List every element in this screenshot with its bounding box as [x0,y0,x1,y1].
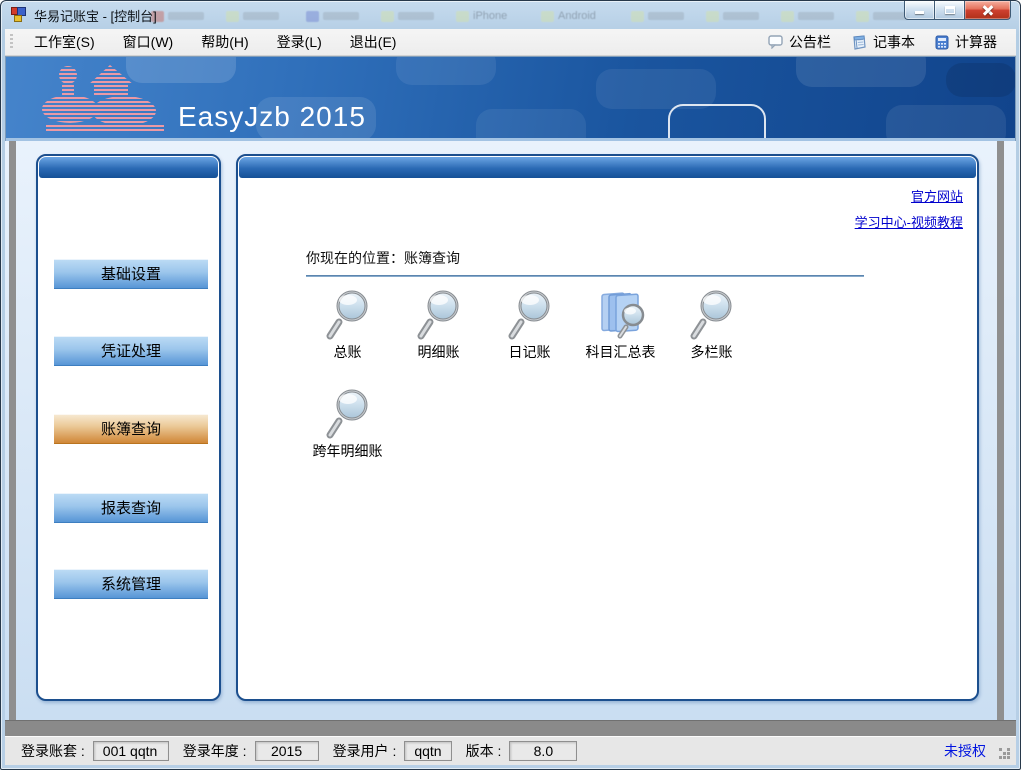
calculator-icon [935,35,949,50]
magnifier-icon [416,289,462,341]
right-edge-strip [997,141,1004,720]
titlebar[interactable]: 华易记账宝 - [控制台] iPhone Android [1,1,1020,29]
app-window: 华易记账宝 - [控制台] iPhone Android 工作室(S) 窗口(W… [0,0,1021,770]
brand-logo-art [32,61,180,139]
bottom-gray-bar [5,720,1016,736]
menu-item-login[interactable]: 登录(L) [263,28,336,56]
status-label: 版本 : [466,741,502,761]
status-label: 登录用户 : [333,741,397,761]
location-breadcrumb: 你现在的位置：账簿查询 [306,248,864,277]
sidebar-item-basic-settings[interactable]: 基础设置 [54,259,208,289]
link-learning-center[interactable]: 学习中心-视频教程 [855,212,963,231]
announcement-bubble-icon [768,35,783,49]
location-label: 你现在的位置：账簿查询 [306,248,864,268]
window-title: 华易记账宝 - [控制台] [34,6,157,25]
tool-calculator[interactable]: 计算器 [926,29,1006,55]
launch-item-label: 跨年明细账 [313,441,383,461]
launch-item-cross-year-detail[interactable]: 跨年明细账 [302,388,393,461]
status-value-user: qqtn [404,741,451,761]
menu-item-exit[interactable]: 退出(E) [336,28,411,56]
launch-icon-grid: 总账 明细账 日记账 科目汇总表 [302,289,772,487]
status-field-version: 版本 : 8.0 [466,741,578,761]
tool-calculator-label: 计算器 [955,32,997,52]
close-button[interactable] [964,1,1011,20]
help-links: 官方网站 学习中心-视频教程 [855,186,963,238]
brand-logo-text: EasyJzb 2015 [178,101,366,133]
launch-item-label: 多栏账 [691,342,733,362]
main-panel-header [239,157,976,178]
left-edge-strip [9,141,16,720]
window-controls [904,1,1011,20]
menubar: 工作室(S) 窗口(W) 帮助(H) 登录(L) 退出(E) 公告栏 记事本 [5,29,1016,56]
menu-item-window[interactable]: 窗口(W) [109,28,188,56]
status-field-user: 登录用户 : qqtn [333,741,452,761]
status-label: 登录账套 : [21,741,85,761]
magnifier-icon [325,289,371,341]
status-value-account-set: 001 qqtn [93,741,169,761]
launch-item-total-ledger[interactable]: 总账 [302,289,393,362]
resize-grip[interactable] [999,748,1011,760]
books-magnifier-icon [596,289,646,341]
launch-item-detail-ledger[interactable]: 明细账 [393,289,484,362]
sidebar-item-system-management[interactable]: 系统管理 [54,569,208,599]
tool-announcement-label: 公告栏 [789,32,831,52]
launch-item-journal[interactable]: 日记账 [484,289,575,362]
launch-item-label: 明细账 [418,342,460,362]
sidebar-panel: 基础设置 凭证处理 账簿查询 报表查询 系统管理 [36,154,221,701]
status-field-account-set: 登录账套 : 001 qqtn [21,741,169,761]
minimize-icon [915,11,924,14]
location-divider [306,275,864,277]
banner-capsule-decoration [668,104,766,141]
launch-item-label: 科目汇总表 [586,342,656,362]
workspace: 基础设置 凭证处理 账簿查询 报表查询 系统管理 官方网站 学习中心-视频教程 … [5,141,1016,720]
statusbar: 登录账套 : 001 qqtn 登录年度 : 2015 登录用户 : qqtn … [5,736,1016,765]
main-panel: 官方网站 学习中心-视频教程 你现在的位置：账簿查询 总账 明细账 [236,154,979,701]
launch-item-label: 总账 [334,342,362,362]
launch-item-multi-column[interactable]: 多栏账 [666,289,757,362]
tool-announcement[interactable]: 公告栏 [759,29,840,55]
launch-item-label: 日记账 [509,342,551,362]
tool-notepad[interactable]: 记事本 [842,29,924,55]
sidebar-item-voucher-processing[interactable]: 凭证处理 [54,336,208,366]
minimize-button[interactable] [904,1,934,20]
app-icon [11,7,27,23]
client-area: EasyJzb 2015 基础设置 凭证处理 账簿查询 报表查询 系统管理 官方… [5,56,1016,765]
status-value-year: 2015 [255,741,319,761]
maximize-icon [945,6,955,14]
maximize-button[interactable] [934,1,964,20]
sidebar-panel-header [39,157,218,178]
menu-item-workspace[interactable]: 工作室(S) [20,28,109,56]
ghost-text: Android [558,10,596,22]
link-official-site[interactable]: 官方网站 [855,186,963,205]
magnifier-icon [325,388,371,440]
magnifier-icon [507,289,553,341]
status-value-version: 8.0 [509,741,577,761]
magnifier-icon [689,289,735,341]
menubar-grip [10,34,13,50]
license-status: 未授权 [944,741,1000,761]
sidebar-item-report-query[interactable]: 报表查询 [54,493,208,523]
banner: EasyJzb 2015 [6,57,1015,141]
ghost-text: iPhone [473,10,507,22]
notepad-icon [851,35,867,50]
close-icon [982,4,994,16]
sidebar-item-book-query[interactable]: 账簿查询 [54,414,208,444]
tool-notepad-label: 记事本 [873,32,915,52]
status-label: 登录年度 : [183,741,247,761]
status-field-year: 登录年度 : 2015 [183,741,319,761]
launch-item-subject-summary[interactable]: 科目汇总表 [575,289,666,362]
menu-item-help[interactable]: 帮助(H) [187,28,262,56]
